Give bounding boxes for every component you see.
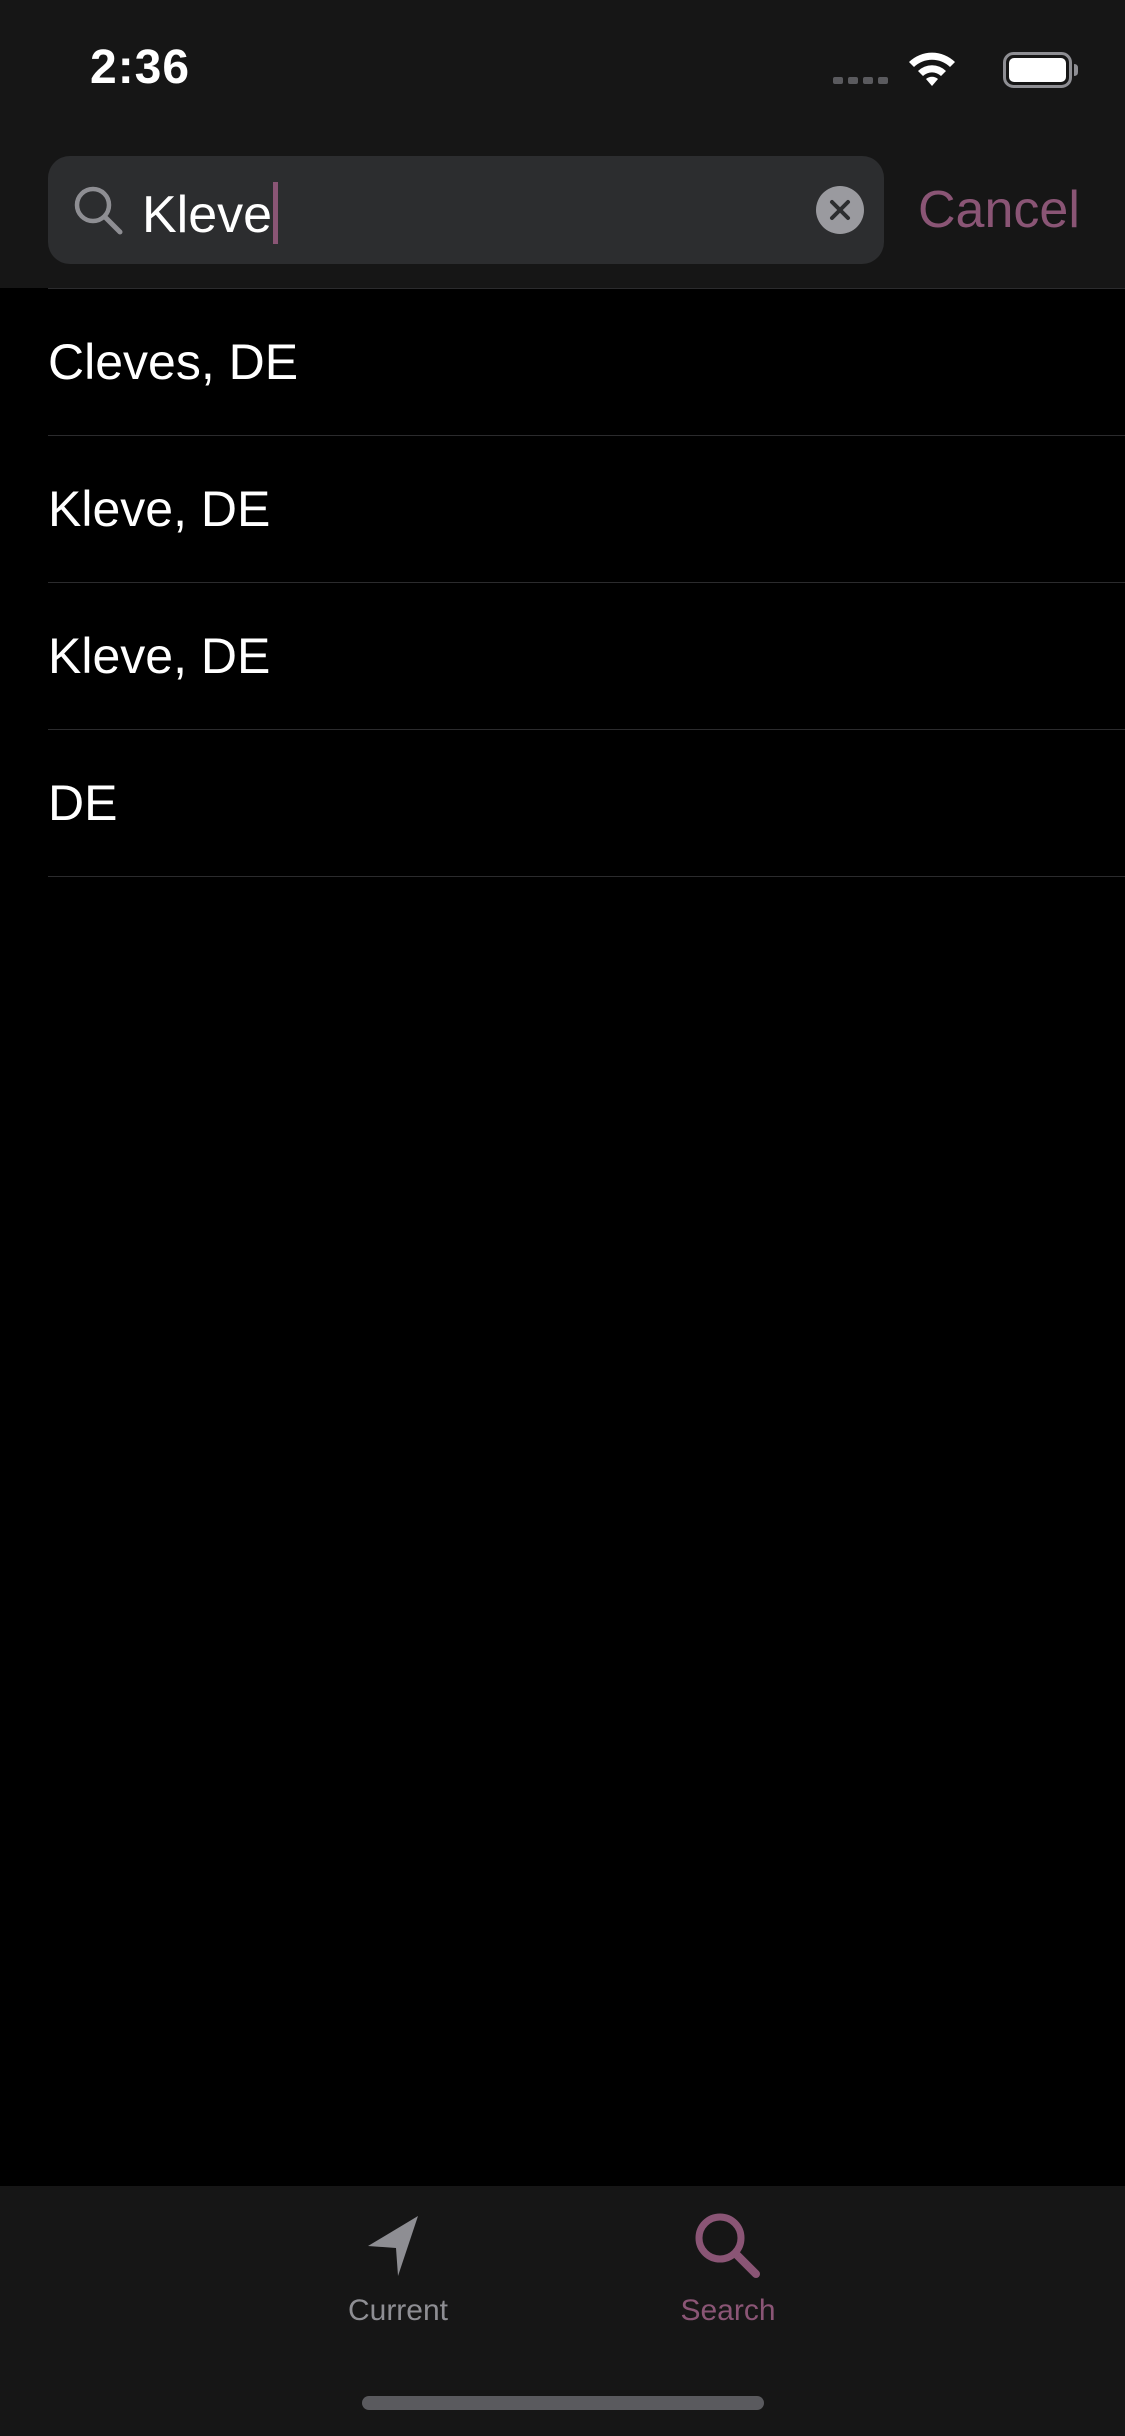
- list-item[interactable]: Kleve, DE: [48, 582, 1125, 729]
- cancel-button[interactable]: Cancel: [918, 180, 1080, 240]
- status-time: 2:36: [90, 41, 191, 94]
- tab-bar: Current Search: [0, 2186, 1125, 2436]
- result-label: Kleve, DE: [48, 481, 271, 537]
- tab-label: Current: [347, 2294, 449, 2327]
- list-item[interactable]: DE: [48, 729, 1125, 877]
- search-icon: [74, 186, 123, 235]
- search-input[interactable]: Kleve: [142, 182, 279, 244]
- tab-search[interactable]: Search: [628, 2210, 828, 2340]
- list-item[interactable]: Cleves, DE: [48, 288, 1125, 435]
- header: 2:36 Kleve Cancel: [0, 0, 1125, 288]
- close-icon: [830, 200, 850, 220]
- text-caret: [273, 182, 279, 244]
- clear-button[interactable]: [816, 186, 864, 234]
- result-label: Cleves, DE: [48, 334, 299, 390]
- battery-icon: [1003, 52, 1078, 88]
- result-label: DE: [48, 775, 118, 831]
- wifi-icon: [909, 52, 955, 86]
- search-results-list: Cleves, DE Kleve, DE Kleve, DE DE: [0, 288, 1125, 877]
- location-arrow-icon: [368, 2216, 418, 2276]
- search-field[interactable]: Kleve: [48, 156, 884, 264]
- search-input-value: Kleve: [142, 186, 273, 244]
- status-icons: [819, 50, 1079, 90]
- result-label: Kleve, DE: [48, 628, 271, 684]
- tab-current[interactable]: Current: [298, 2210, 498, 2340]
- signal-icon: [833, 77, 888, 84]
- list-item[interactable]: Kleve, DE: [48, 435, 1125, 582]
- home-indicator: [362, 2396, 764, 2410]
- tab-label: Search: [680, 2294, 776, 2327]
- search-icon: [695, 2213, 760, 2278]
